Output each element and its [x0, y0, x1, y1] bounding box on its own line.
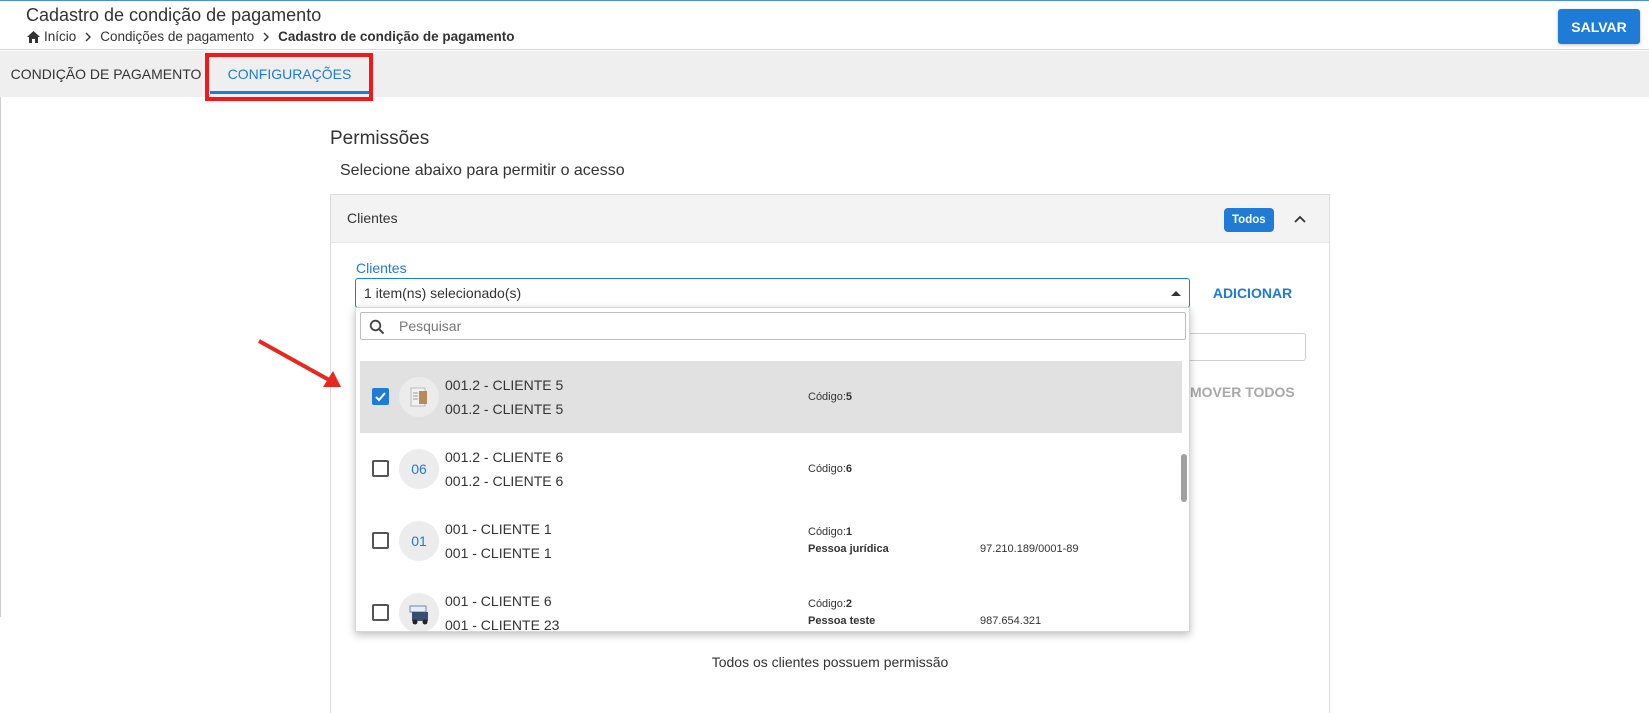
- scrollbar-thumb[interactable]: [1181, 454, 1187, 502]
- chevron-right-icon: [263, 32, 270, 41]
- tab-configuracoes-label: CONFIGURAÇÕES: [227, 66, 352, 82]
- client-code: Código:2: [808, 598, 852, 610]
- section-title: Permissões: [330, 128, 430, 149]
- code-label: Código:: [808, 598, 846, 610]
- client-name: 001 - CLIENTE 6: [445, 593, 552, 609]
- client-name: 001.2 - CLIENTE 6: [445, 449, 564, 465]
- save-button[interactable]: SALVAR: [1558, 9, 1640, 44]
- clientes-field-label: Clientes: [356, 260, 407, 276]
- list-item[interactable]: 06 001.2 - CLIENTE 6 001.2 - CLIENTE 6 C…: [360, 433, 1182, 505]
- top-header: Cadastro de condição de pagamento Início…: [0, 0, 1649, 50]
- client-avatar-image: [399, 593, 439, 631]
- app-window: { "header": { "title": "Cadastro de cond…: [0, 0, 1649, 713]
- client-name: 001 - CLIENTE 1: [445, 521, 552, 537]
- select-value: 1 item(ns) selecionado(s): [364, 285, 522, 301]
- page-title: Cadastro de condição de pagamento: [26, 5, 322, 25]
- check-icon: [375, 392, 386, 402]
- code-value: 2: [845, 598, 853, 610]
- client-type: Pessoa jurídica: [808, 543, 889, 555]
- breadcrumb: Início Condições de pagamento Cadastro d…: [27, 29, 514, 44]
- code-value: 5: [845, 391, 853, 403]
- code-value: 6: [845, 463, 853, 475]
- client-subname: 001 - CLIENTE 23: [445, 617, 560, 632]
- panel-header[interactable]: Clientes Todos: [331, 195, 1329, 243]
- dropdown-scrollbar[interactable]: [1181, 344, 1187, 631]
- code-label: Código:: [808, 463, 846, 475]
- remove-all-button[interactable]: MOVER TODOS: [1190, 384, 1295, 400]
- tab-condicao-pagamento[interactable]: CONDIÇÃO DE PAGAMENTO: [8, 51, 204, 97]
- client-avatar: 01: [399, 521, 439, 561]
- breadcrumb-current: Cadastro de condição de pagamento: [278, 29, 515, 44]
- list-item[interactable]: 001 - CLIENTE 6 001 - CLIENTE 23 Código:…: [360, 577, 1182, 632]
- client-subname: 001.2 - CLIENTE 5: [445, 401, 564, 417]
- clientes-dropdown: 001.2 - CLIENTE 5 001.2 - CLIENTE 5 Códi…: [355, 307, 1190, 632]
- todos-badge: Todos: [1224, 208, 1274, 232]
- breadcrumb-home[interactable]: Início: [44, 29, 76, 44]
- truck-image-icon: [409, 605, 428, 625]
- client-type-label: Pessoa teste: [808, 615, 876, 627]
- section-subtitle: Selecione abaixo para permitir o acesso: [340, 162, 625, 179]
- client-document: 987.654.321: [980, 615, 1042, 627]
- client-avatar: 06: [399, 449, 439, 489]
- code-label: Código:: [808, 526, 846, 538]
- list-item[interactable]: 001.2 - CLIENTE 5 001.2 - CLIENTE 5 Códi…: [360, 361, 1182, 433]
- checkbox[interactable]: [372, 460, 389, 477]
- client-subname: 001 - CLIENTE 1: [445, 545, 552, 561]
- filter-input[interactable]: [1180, 333, 1306, 361]
- code-value: 1: [845, 526, 853, 538]
- client-list: 001.2 - CLIENTE 5 001.2 - CLIENTE 5 Códi…: [356, 344, 1182, 632]
- footer-note: Todos os clientes possuem permissão: [0, 654, 1649, 670]
- search-icon: [369, 319, 385, 335]
- client-code: Código:5: [808, 391, 852, 403]
- breadcrumb-parent[interactable]: Condições de pagamento: [100, 29, 254, 44]
- checkbox-checked[interactable]: [372, 388, 389, 405]
- active-tab-indicator: [210, 91, 369, 94]
- caret-up-icon: [1171, 291, 1181, 296]
- panel-header-label: Clientes: [347, 210, 398, 226]
- code-label: Código:: [808, 391, 846, 403]
- client-subname: 001.2 - CLIENTE 6: [445, 473, 564, 489]
- checkbox[interactable]: [372, 532, 389, 549]
- checkbox[interactable]: [372, 604, 389, 621]
- client-code: Código:6: [808, 463, 852, 475]
- home-icon[interactable]: [27, 30, 40, 43]
- client-avatar-image: [399, 377, 439, 417]
- client-type: Pessoa teste: [808, 615, 875, 627]
- tab-bar: CONDIÇÃO DE PAGAMENTO CONFIGURAÇÕES: [0, 51, 1649, 97]
- search-box[interactable]: [360, 312, 1186, 340]
- add-button[interactable]: ADICIONAR: [1205, 282, 1300, 304]
- footer-note-text: Todos os clientes possuem permissão: [711, 654, 949, 670]
- client-type-label: Pessoa jurídica: [808, 543, 889, 555]
- chevron-right-icon: [85, 32, 92, 41]
- chevron-up-icon[interactable]: [1293, 212, 1307, 226]
- search-input[interactable]: [399, 316, 1169, 336]
- clientes-select[interactable]: 1 item(ns) selecionado(s): [355, 278, 1190, 308]
- client-document: 97.210.189/0001-89: [980, 543, 1079, 555]
- client-name: 001.2 - CLIENTE 5: [445, 377, 564, 393]
- document-image-icon: [410, 387, 427, 407]
- tab-configuracoes[interactable]: CONFIGURAÇÕES: [208, 51, 371, 97]
- left-divider: [0, 97, 1, 617]
- list-item[interactable]: 01 001 - CLIENTE 1 001 - CLIENTE 1 Códig…: [360, 505, 1182, 577]
- client-code: Código:1: [808, 526, 852, 538]
